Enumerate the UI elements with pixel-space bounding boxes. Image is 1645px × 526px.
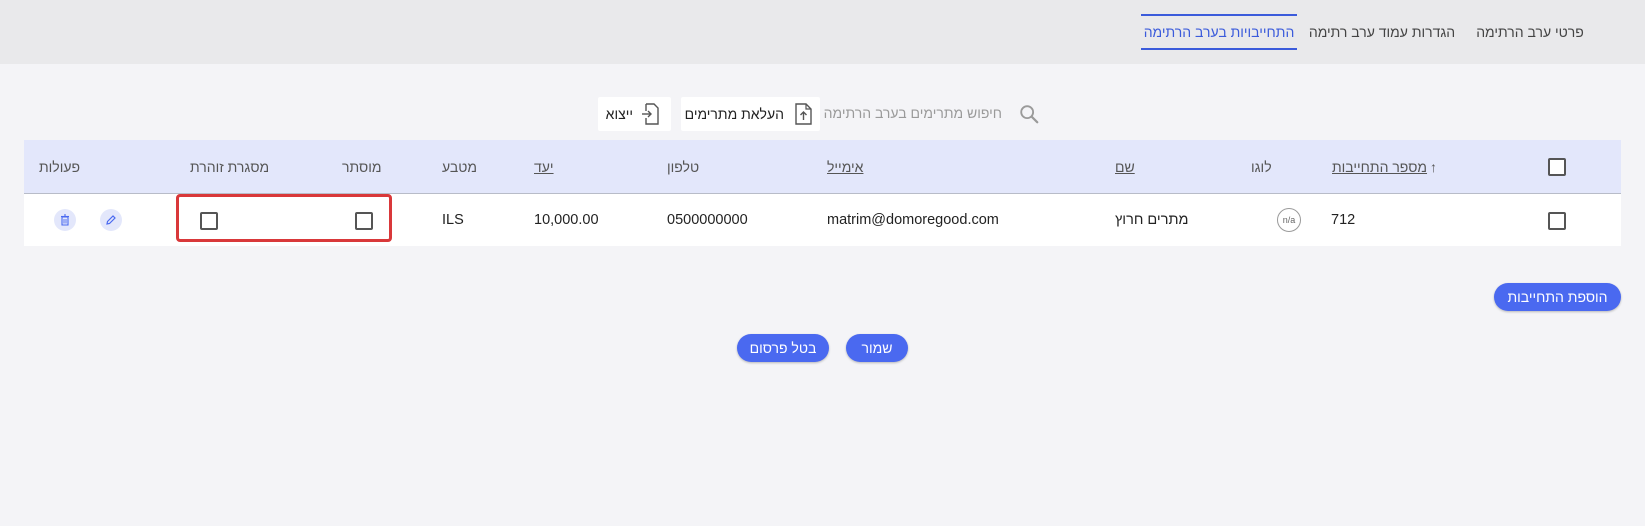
cell-commitment-number: 712 bbox=[1331, 212, 1356, 228]
tab-campaign-details[interactable]: פרטי ערב הרתימה bbox=[1470, 14, 1590, 50]
logo-placeholder: n/a bbox=[1277, 208, 1301, 232]
cell-currency: ILS bbox=[442, 212, 464, 228]
pencil-icon bbox=[106, 215, 116, 225]
highlight-frame bbox=[176, 194, 392, 242]
header-actions: פעולות bbox=[39, 159, 81, 175]
upload-icon bbox=[795, 103, 812, 125]
cell-phone: 0500000000 bbox=[667, 212, 748, 228]
tab-campaign-page-settings[interactable]: הגדרות עמוד ערב רתימה bbox=[1302, 14, 1462, 50]
cell-name: מתרים חרוץ bbox=[1115, 212, 1189, 228]
export-button[interactable]: ייצוא bbox=[598, 97, 671, 131]
header-currency: מטבע bbox=[442, 159, 477, 175]
top-tab-bar: פרטי ערב הרתימה הגדרות עמוד ערב רתימה הת… bbox=[0, 0, 1645, 64]
export-label: ייצוא bbox=[605, 106, 633, 122]
header-phone: טלפון bbox=[667, 159, 700, 175]
search-input[interactable]: חיפוש מתרימים בערב הרתימה bbox=[824, 105, 1002, 121]
tab-campaign-commitments[interactable]: התחייבויות בערב הרתימה bbox=[1141, 14, 1297, 50]
header-logo: לוגו bbox=[1251, 159, 1272, 175]
delete-button[interactable] bbox=[54, 209, 76, 231]
upload-fundraisers-button[interactable]: העלאת מתרימים bbox=[681, 97, 820, 131]
add-commitment-button[interactable]: הוספת התחייבות bbox=[1494, 283, 1621, 311]
search-box[interactable]: חיפוש מתרימים בערב הרתימה bbox=[824, 97, 1050, 131]
header-commitment-number[interactable]: מספר התחייבות bbox=[1332, 159, 1427, 175]
row-select-checkbox[interactable] bbox=[1548, 212, 1566, 230]
trash-icon bbox=[61, 214, 69, 226]
search-icon bbox=[1020, 105, 1039, 124]
table-header: ↑ מספר התחייבות לוגו שם אימייל טלפון יעד… bbox=[24, 140, 1621, 194]
export-icon bbox=[642, 103, 659, 125]
cancel-publish-button[interactable]: בטל פרסום bbox=[737, 334, 829, 362]
save-button[interactable]: שמור bbox=[846, 334, 908, 362]
header-name[interactable]: שם bbox=[1115, 159, 1135, 175]
cell-email: matrim@domoregood.com bbox=[827, 212, 999, 228]
header-glow-frame: מסגרת זוהרת bbox=[190, 159, 270, 175]
header-hidden: מוסתר bbox=[342, 159, 382, 175]
edit-button[interactable] bbox=[100, 209, 122, 231]
cell-target: 10,000.00 bbox=[534, 212, 599, 228]
sort-arrow-icon[interactable]: ↑ bbox=[1430, 159, 1437, 175]
header-target[interactable]: יעד bbox=[534, 159, 554, 175]
upload-fundraisers-label: העלאת מתרימים bbox=[684, 106, 784, 122]
header-email[interactable]: אימייל bbox=[827, 159, 863, 175]
select-all-checkbox[interactable] bbox=[1548, 158, 1566, 176]
